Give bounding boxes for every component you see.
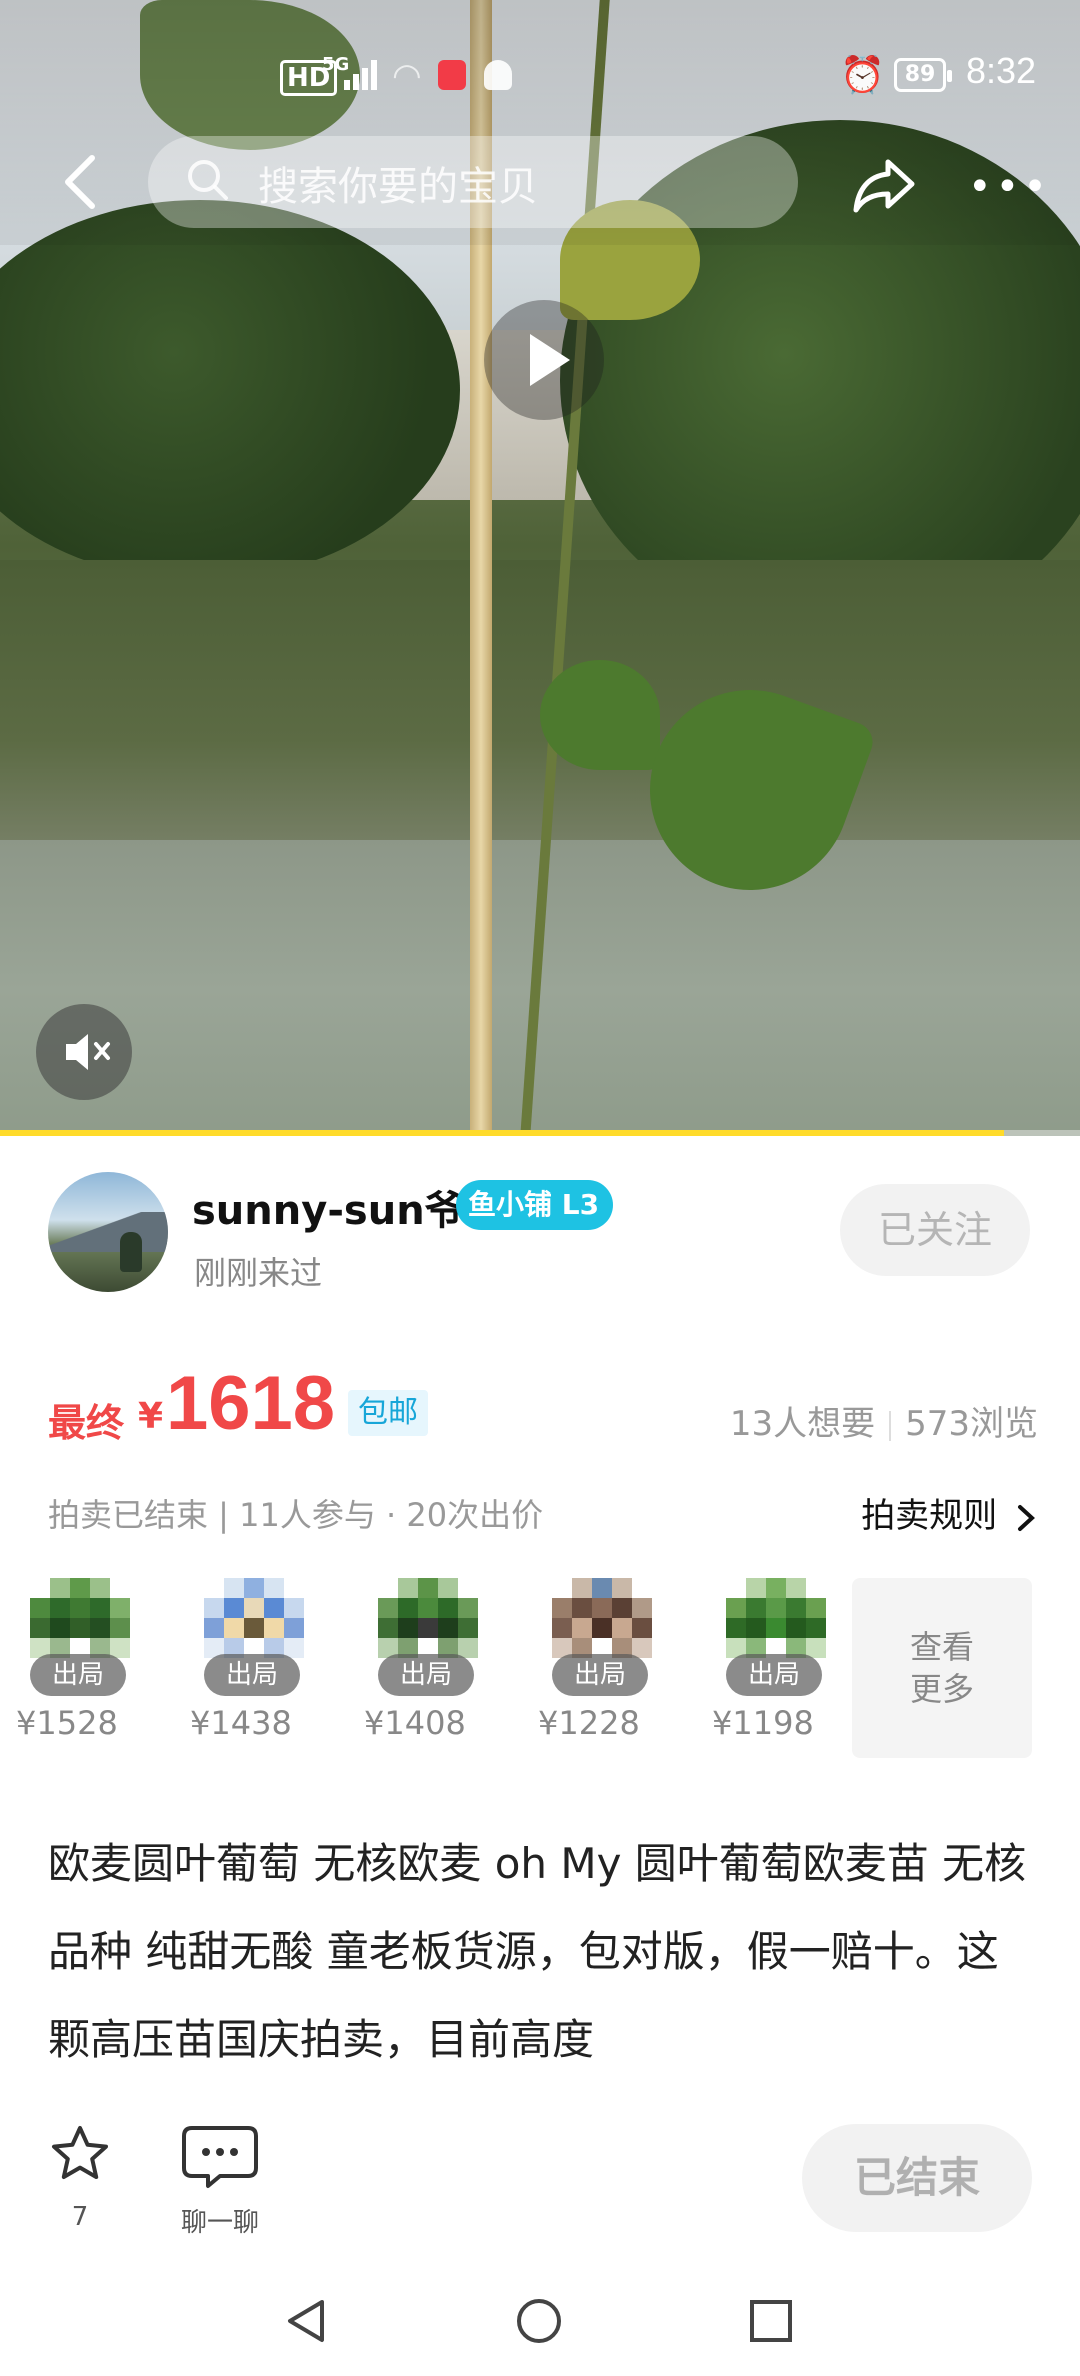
share-icon (853, 159, 915, 213)
chat-label: 聊一聊 (180, 2208, 259, 2238)
play-button[interactable] (484, 300, 604, 420)
bottom-action-bar: 7 聊一聊 已结束 (0, 2080, 1080, 2260)
bid-amount: ¥1228 (538, 1704, 640, 1742)
search-placeholder: 搜索你要的宝贝 (258, 164, 538, 210)
video-frame-leaf (540, 660, 660, 770)
auction-rules-label: 拍卖规则 (861, 1496, 998, 1536)
wants-count: 13人想要 (729, 1404, 876, 1444)
clock: 8:32 (966, 50, 1037, 91)
chevron-right-icon (1018, 1504, 1035, 1531)
auction-rules-link[interactable]: 拍卖规则 (861, 1488, 1038, 1537)
wifi-icon: ◠ (392, 56, 422, 96)
auction-info: 拍卖已结束 | 11人参与 · 20次出价 (48, 1496, 544, 1534)
view-more-bidders-button[interactable]: 查看 更多 (852, 1578, 1032, 1758)
outbid-tag: 出局 (726, 1654, 822, 1696)
bid-amount: ¥1198 (712, 1704, 814, 1742)
chat-bubble-icon (182, 2126, 258, 2188)
bidder-item[interactable]: 出局 ¥1228 (522, 1578, 682, 1768)
currency-symbol: ¥ (138, 1396, 164, 1437)
favorite-count: 7 (71, 2202, 89, 2232)
views-count: 573浏览 (905, 1404, 1038, 1444)
view-more-label: 更多 (909, 1670, 974, 1708)
outbid-tag: 出局 (30, 1654, 126, 1696)
seller-info[interactable]: sunny-sun爷 鱼小铺 L3 刚刚来过 已关注 (48, 1172, 1038, 1292)
favorite-button[interactable]: 7 (48, 2122, 112, 2242)
search-bar[interactable]: 搜索你要的宝贝 (148, 136, 798, 228)
auction-status-row: 拍卖已结束 | 11人参与 · 20次出价 拍卖规则 (48, 1486, 1038, 1536)
outbid-tag: 出局 (552, 1654, 648, 1696)
item-stats: 13人想要 573浏览 (730, 1396, 1038, 1445)
back-button[interactable] (52, 142, 112, 222)
star-icon (52, 2126, 108, 2179)
seller-name[interactable]: sunny-sun爷 (192, 1178, 465, 1236)
free-shipping-badge: 包邮 (348, 1390, 428, 1436)
nav-recents-icon[interactable] (746, 2296, 796, 2346)
bidder-item[interactable]: 出局 ¥1438 (174, 1578, 334, 1768)
outbid-tag: 出局 (204, 1654, 300, 1696)
mute-button[interactable] (36, 1004, 132, 1100)
shopping-app-notification-icon (438, 60, 466, 90)
nav-back-icon[interactable] (282, 2296, 332, 2346)
video-progress-fill (0, 1130, 1005, 1136)
outbid-tag: 出局 (378, 1654, 474, 1696)
signal-icon (344, 60, 378, 90)
bid-amount: ¥1408 (364, 1704, 466, 1742)
search-icon (188, 160, 228, 200)
chat-button[interactable]: 聊一聊 (170, 2122, 270, 2242)
bidder-item[interactable]: 出局 ¥1198 (696, 1578, 856, 1768)
video-progress-bar[interactable] (0, 1130, 1080, 1136)
bidder-list: 出局 ¥1528 出局 ¥1438 出局 ¥1408 出局 ¥1228 出局 ¥… (0, 1578, 1080, 1768)
share-button[interactable] (848, 148, 920, 220)
final-price-label: 最终 (48, 1401, 125, 1445)
bidder-item[interactable]: 出局 ¥1528 (0, 1578, 160, 1768)
view-more-label: 查看 (909, 1628, 974, 1666)
shop-level-badge: 鱼小铺 L3 (456, 1180, 614, 1230)
bid-amount: ¥1528 (16, 1704, 118, 1742)
bidder-item[interactable]: 出局 ¥1408 (348, 1578, 508, 1768)
alarm-icon: ⏰ (840, 55, 885, 96)
chevron-left-icon (65, 155, 95, 209)
follow-button[interactable]: 已关注 (840, 1184, 1030, 1276)
auction-ended-button[interactable]: 已结束 (802, 2124, 1032, 2232)
status-bar: HD 5G ◠ ⏰ 89 8:32 (0, 0, 1080, 150)
battery-icon: 89 (894, 58, 952, 92)
nav-home-icon[interactable] (514, 2296, 564, 2346)
item-description: 欧麦圆叶葡萄 无核欧麦 oh My 圆叶葡萄欧麦苗 无核品种 纯甜无酸 童老板货… (48, 1839, 1027, 2064)
bid-amount: ¥1438 (190, 1704, 292, 1742)
system-navigation-bar (0, 2262, 1080, 2376)
more-options-icon[interactable]: ••• (968, 164, 1051, 210)
final-price: 1618 (166, 1361, 336, 1446)
qq-notification-icon (484, 60, 512, 90)
speaker-muted-icon (66, 1034, 110, 1070)
seller-avatar[interactable] (48, 1172, 168, 1292)
seller-last-seen: 刚刚来过 (194, 1254, 323, 1292)
price-row: 最终 ¥ 1618 包邮 13人想要 573浏览 (48, 1360, 1038, 1450)
